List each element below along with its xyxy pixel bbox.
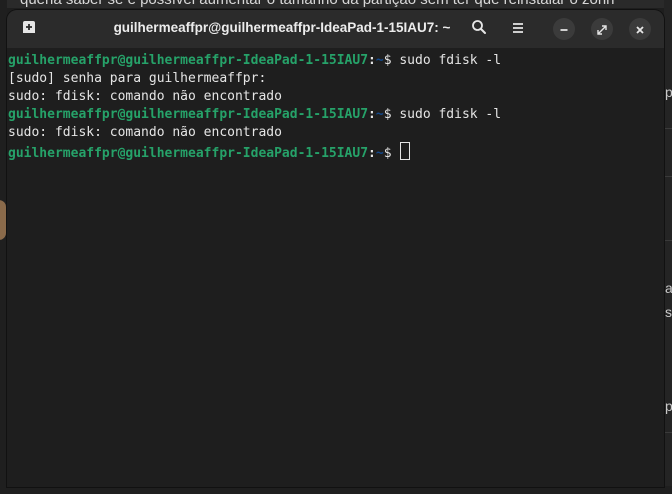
background-divider — [664, 128, 672, 129]
terminal-cursor — [400, 142, 411, 160]
prompt-symbol: $ — [383, 107, 400, 122]
background-divider — [664, 432, 672, 433]
terminal-line: guilhermeaffpr@guilhermeaffpr-IdeaPad-1-… — [8, 52, 658, 70]
background-fragment: s — [665, 304, 672, 320]
output-text: [sudo] senha para guilhermeaffpr: — [8, 71, 267, 86]
maximize-button[interactable] — [591, 18, 613, 40]
prompt-path: ~ — [375, 53, 384, 68]
output-text: sudo: fdisk: comando não encontrado — [8, 89, 282, 104]
prompt-separator: : — [368, 53, 376, 68]
close-button[interactable] — [629, 18, 651, 40]
terminal-line: guilhermeaffpr@guilhermeaffpr-IdeaPad-1-… — [8, 106, 658, 124]
background-left-strip — [0, 0, 7, 494]
terminal-output[interactable]: guilhermeaffpr@guilhermeaffpr-IdeaPad-1-… — [8, 52, 658, 482]
maximize-icon — [597, 20, 607, 39]
prompt-user-host: guilhermeaffpr@guilhermeaffpr-IdeaPad-1-… — [8, 53, 369, 68]
background-avatar — [0, 200, 6, 240]
new-tab-icon — [21, 19, 37, 39]
terminal-line: sudo: fdisk: comando não encontrado — [8, 124, 658, 142]
output-text: sudo: fdisk: comando não encontrado — [8, 125, 282, 140]
minimize-icon — [559, 20, 569, 39]
background-bottom-strip — [0, 486, 672, 494]
prompt-path: ~ — [375, 146, 384, 161]
terminal-line: [sudo] senha para guilhermeaffpr: — [8, 70, 658, 88]
prompt-symbol: $ — [383, 53, 400, 68]
terminal-line: sudo: fdisk: comando não encontrado — [8, 88, 658, 106]
background-top-text: queria saber se é possível aumentar o ta… — [20, 0, 615, 8]
new-tab-button[interactable] — [17, 17, 41, 41]
command-text: sudo fdisk -l — [399, 107, 502, 122]
window-title: guilhermeaffpr@guilhermeaffpr-IdeaPad-1-… — [113, 20, 451, 35]
prompt-separator: : — [368, 146, 376, 161]
background-divider — [664, 176, 672, 177]
search-icon — [471, 19, 487, 39]
prompt-user-host: guilhermeaffpr@guilhermeaffpr-IdeaPad-1-… — [8, 107, 369, 122]
background-divider — [664, 240, 672, 241]
terminal-window[interactable]: guilhermeaffpr@guilhermeaffpr-IdeaPad-1-… — [7, 10, 664, 487]
hamburger-menu-icon — [511, 20, 525, 39]
background-fragment: p — [665, 84, 672, 100]
prompt-symbol: $ — [383, 146, 400, 161]
terminal-titlebar[interactable]: guilhermeaffpr@guilhermeaffpr-IdeaPad-1-… — [7, 10, 664, 48]
close-icon — [635, 20, 645, 39]
command-text: sudo fdisk -l — [399, 53, 502, 68]
terminal-line[interactable]: guilhermeaffpr@guilhermeaffpr-IdeaPad-1-… — [8, 142, 658, 161]
prompt-user-host: guilhermeaffpr@guilhermeaffpr-IdeaPad-1-… — [8, 146, 369, 161]
prompt-path: ~ — [375, 107, 384, 122]
background-top-text-strip: queria saber se é possível aumentar o ta… — [0, 0, 672, 8]
background-fragment: p — [665, 398, 672, 414]
menu-button[interactable] — [506, 17, 530, 41]
prompt-separator: : — [368, 107, 376, 122]
background-right-strip: p a s p — [664, 0, 672, 494]
minimize-button[interactable] — [553, 18, 575, 40]
search-button[interactable] — [467, 17, 491, 41]
background-fragment: a — [665, 280, 672, 296]
